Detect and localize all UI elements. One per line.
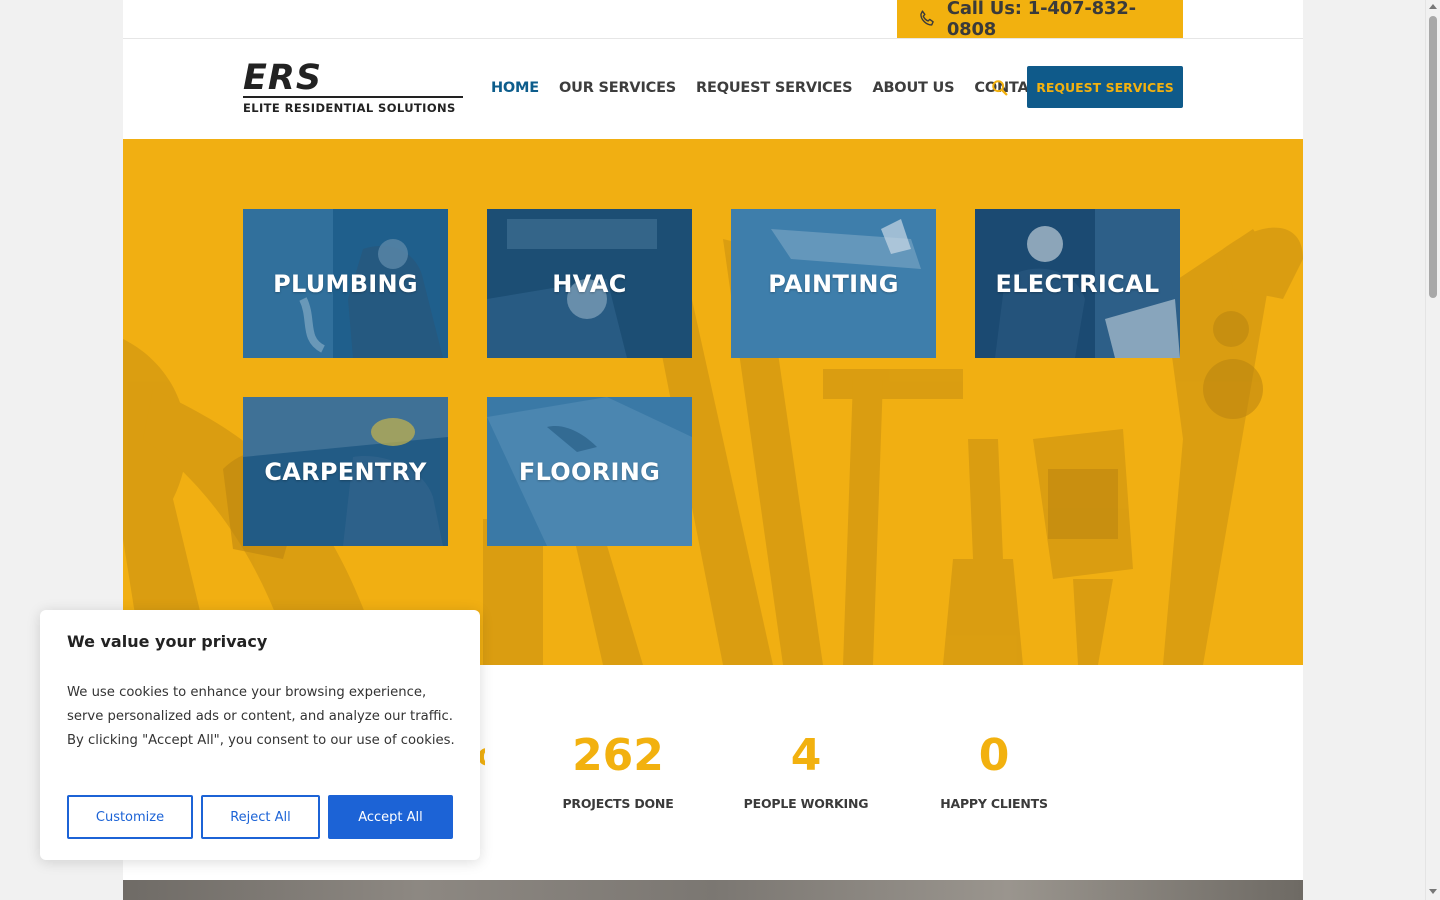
stat-projects-done: 262 PROJECTS DONE [528,730,708,811]
service-tile-hvac[interactable]: HVAC [487,209,692,358]
nav-home[interactable]: HOME [491,80,539,96]
stat-happy-clients: 0 HAPPY CLIENTS [904,730,1084,811]
nav-about-us[interactable]: ABOUT US [872,80,954,96]
call-us-box[interactable]: Call Us: 1-407-832-0808 [897,0,1183,40]
stat-value: 4 [790,730,822,781]
stat-people-working: 4 PEOPLE WORKING [716,730,896,811]
call-us-text[interactable]: Call Us: 1-407-832-0808 [947,0,1183,40]
site-logo[interactable]: ERS ELITE RESIDENTIAL SOLUTIONS [243,58,465,116]
logo-divider [243,96,463,98]
stat-value: 0 [978,730,1010,781]
service-label: FLOORING [518,457,661,486]
cookie-title: We value your privacy [67,632,268,651]
logo-mark: ERS [243,58,323,98]
stat-value: 262 [572,730,664,781]
service-label: PAINTING [768,269,899,298]
service-tile-flooring[interactable]: FLOORING [487,397,692,546]
next-section-image [123,880,1303,900]
nav-request-services[interactable]: REQUEST SERVICES [696,80,853,96]
service-label: PLUMBING [273,269,418,298]
services-hero: PLUMBING HVAC PAINTING ELECTRICAL CARPEN… [123,139,1303,665]
cookie-body: We use cookies to enhance your browsing … [67,685,455,748]
reject-all-button[interactable]: Reject All [201,795,320,839]
stat-label: HAPPY CLIENTS [940,796,1048,811]
page-scrollbar[interactable] [1425,0,1440,900]
service-tile-carpentry[interactable]: CARPENTRY [243,397,448,546]
scroll-down-arrow-icon[interactable] [1429,889,1437,894]
top-bar: Call Us: 1-407-832-0808 [123,0,1303,40]
nav-our-services[interactable]: OUR SERVICES [559,80,676,96]
service-tile-painting[interactable]: PAINTING [731,209,936,358]
search-icon[interactable] [991,79,1009,97]
request-services-button[interactable]: REQUEST SERVICES [1027,66,1183,108]
logo-subtitle: ELITE RESIDENTIAL SOLUTIONS [243,101,456,115]
customize-button[interactable]: Customize [67,795,193,839]
accept-all-button[interactable]: Accept All [328,795,453,839]
stat-label: PROJECTS DONE [562,796,674,811]
service-label: ELECTRICAL [995,269,1160,298]
stat-label: PEOPLE WORKING [743,796,869,811]
scroll-up-arrow-icon[interactable] [1429,4,1437,9]
cookie-buttons: Customize Reject All Accept All [67,795,453,839]
service-label: CARPENTRY [264,457,427,486]
service-tile-plumbing[interactable]: PLUMBING [243,209,448,358]
site-header: ERS ELITE RESIDENTIAL SOLUTIONS HOME OUR… [123,39,1303,139]
service-tile-electrical[interactable]: ELECTRICAL [975,209,1180,358]
phone-icon [920,10,934,26]
scrollbar-thumb[interactable] [1429,16,1437,298]
cookie-consent-banner: We value your privacy We use cookies to … [40,610,480,860]
service-label: HVAC [552,269,627,298]
